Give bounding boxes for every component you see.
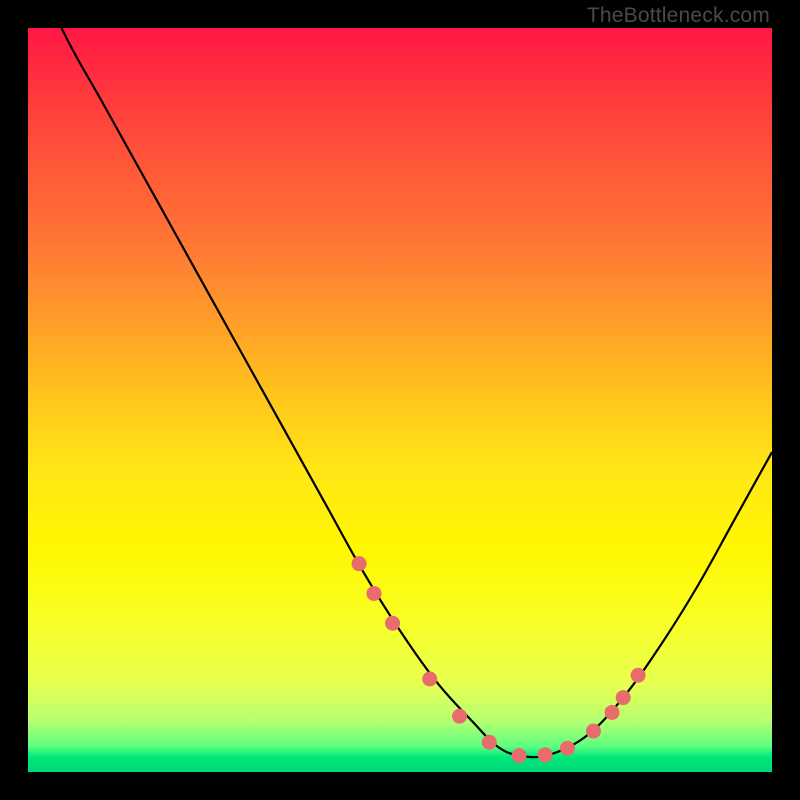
marker-dot [616, 690, 631, 705]
marker-dot [586, 724, 601, 739]
marker-dot [605, 705, 620, 720]
chart-svg [28, 28, 772, 772]
marker-dot [538, 747, 553, 762]
marker-dot [512, 748, 527, 763]
marker-dot [482, 735, 497, 750]
bottleneck-curve-line [28, 28, 772, 757]
marker-dot [366, 586, 381, 601]
marker-dot [452, 709, 467, 724]
marker-dot [352, 556, 367, 571]
marker-dots-group [352, 556, 646, 763]
marker-dot [422, 672, 437, 687]
marker-dot [385, 616, 400, 631]
marker-dot [631, 668, 646, 683]
marker-dot [560, 741, 575, 756]
watermark-text: TheBottleneck.com [587, 4, 770, 28]
